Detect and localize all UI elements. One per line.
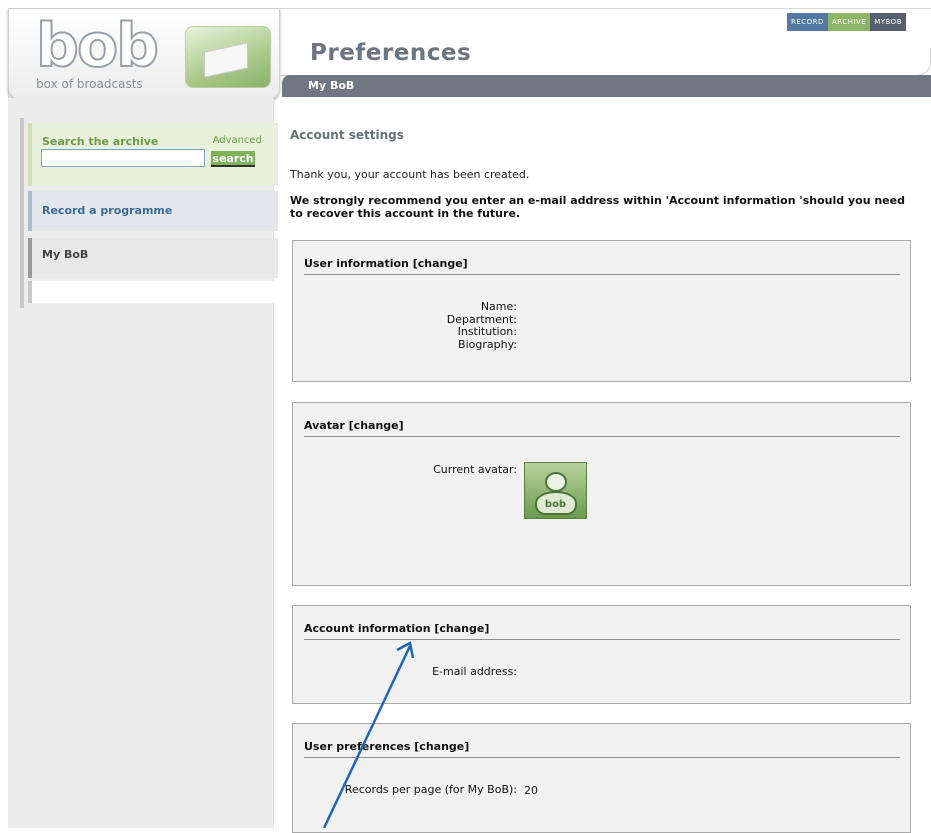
sidebar-strip xyxy=(20,118,24,308)
sidebar-spacer xyxy=(28,281,278,303)
confirmation-message: Thank you, your account has been created… xyxy=(290,168,530,181)
user-information-title[interactable]: User information [change] xyxy=(304,257,468,270)
user-info-labels: Name: Department: Institution: Biography… xyxy=(293,300,517,351)
search-input[interactable] xyxy=(41,149,205,167)
tab-archive[interactable]: ARCHIVE xyxy=(827,13,871,31)
subnav-bar: My BoB xyxy=(282,75,931,97)
current-avatar-label: Current avatar: xyxy=(433,463,517,476)
search-panel: Search the archive Advanced search xyxy=(28,123,278,186)
sidebar-item-record[interactable]: Record a programme xyxy=(28,191,278,231)
records-per-page-value: 20 xyxy=(524,784,538,797)
recommendation-message: We strongly recommend you enter an e-mai… xyxy=(290,194,905,220)
avatar-title[interactable]: Avatar [change] xyxy=(304,419,404,432)
records-per-page-label: Records per page (for My BoB): xyxy=(344,783,517,796)
divider xyxy=(304,639,900,640)
avatar-panel: Avatar [change] Current avatar: bob xyxy=(292,402,911,586)
divider xyxy=(304,757,900,758)
email-label: E-mail address: xyxy=(432,665,517,678)
user-information-panel: User information [change] Name: Departme… xyxy=(292,240,911,382)
sidebar: Search the archive Advanced search Recor… xyxy=(8,98,278,828)
divider xyxy=(304,436,900,437)
name-label: Name: xyxy=(480,300,517,313)
avatar-head-icon xyxy=(545,472,567,492)
avatar-bob-text: bob xyxy=(544,499,567,510)
account-information-panel: Account information [change] E-mail addr… xyxy=(292,605,911,704)
subnav-item-mybob[interactable]: My BoB xyxy=(308,79,354,92)
user-preferences-title[interactable]: User preferences [change] xyxy=(304,740,469,753)
search-title: Search the archive xyxy=(42,135,159,148)
sidebar-item-mybob[interactable]: My BoB xyxy=(28,238,278,278)
advanced-search-link[interactable]: Advanced xyxy=(213,135,262,146)
search-button[interactable]: search xyxy=(211,151,255,167)
institution-label: Institution: xyxy=(457,325,517,338)
logo-wordmark: bob xyxy=(35,10,160,82)
top-tabs: RECORD ARCHIVE MYBOB xyxy=(787,13,906,31)
tab-mybob[interactable]: MYBOB xyxy=(870,13,906,31)
logo-box-icon xyxy=(185,26,271,88)
section-title: Account settings xyxy=(290,128,404,142)
tab-record[interactable]: RECORD xyxy=(787,13,828,31)
avatar-image: bob xyxy=(524,462,587,519)
logo-box[interactable]: bob box of broadcasts xyxy=(8,8,280,100)
biography-label: Biography: xyxy=(458,337,517,351)
logo-tagline: box of broadcasts xyxy=(36,77,143,91)
divider xyxy=(304,274,900,275)
page-title: Preferences xyxy=(310,40,472,66)
user-preferences-panel: User preferences [change] Records per pa… xyxy=(292,723,911,833)
account-information-title[interactable]: Account information [change] xyxy=(304,622,489,635)
